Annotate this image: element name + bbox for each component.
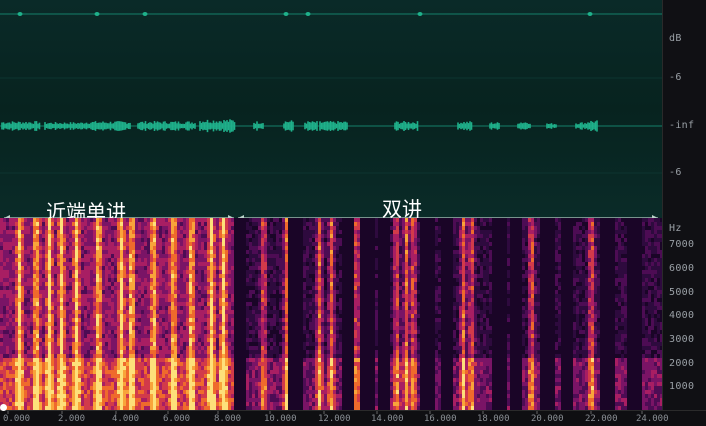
freq-unit-label: Hz	[669, 223, 682, 234]
waveform-canvas[interactable]	[0, 0, 662, 218]
time-label: 2.000	[58, 414, 86, 424]
db-label-upper: -6	[669, 72, 682, 83]
time-label: 22.000	[585, 414, 618, 424]
time-label: 16.000	[424, 414, 457, 424]
freq-label-2000: 2000	[669, 358, 695, 369]
freq-label-6000: 6000	[669, 263, 695, 274]
freq-label-5000: 5000	[669, 287, 695, 298]
time-label: 24.000	[636, 414, 669, 424]
spectrogram-canvas[interactable]	[0, 218, 662, 410]
time-label: 6.000	[163, 414, 191, 424]
playhead-marker[interactable]	[0, 404, 7, 411]
vertical-axis: dB -6 -inf -6 Hz 7000 6000 5000 4000 300…	[662, 0, 706, 410]
audio-editor-view: 近端单讲 双讲 dB -6 -inf -6 Hz 7000 6000 5000 …	[0, 0, 706, 426]
time-label: 8.000	[214, 414, 242, 424]
db-label-inf: -inf	[669, 120, 695, 131]
time-label: 10.000	[264, 414, 297, 424]
waveform-panel[interactable]: 近端单讲 双讲	[0, 0, 662, 224]
time-label: 12.000	[318, 414, 351, 424]
time-label: 18.000	[477, 414, 510, 424]
freq-label-3000: 3000	[669, 334, 695, 345]
freq-label-4000: 4000	[669, 310, 695, 321]
time-label: 4.000	[112, 414, 140, 424]
db-label-lower: -6	[669, 167, 682, 178]
db-label-unit: dB	[669, 33, 682, 44]
spectrogram-panel[interactable]	[0, 218, 662, 410]
freq-label-7000: 7000	[669, 239, 695, 250]
time-axis[interactable]: 0.000 2.000 4.000 6.000 8.000 10.000 12.…	[0, 410, 706, 426]
freq-label-1000: 1000	[669, 381, 695, 392]
time-label: 0.000	[3, 414, 31, 424]
time-label: 20.000	[531, 414, 564, 424]
time-label: 14.000	[371, 414, 404, 424]
